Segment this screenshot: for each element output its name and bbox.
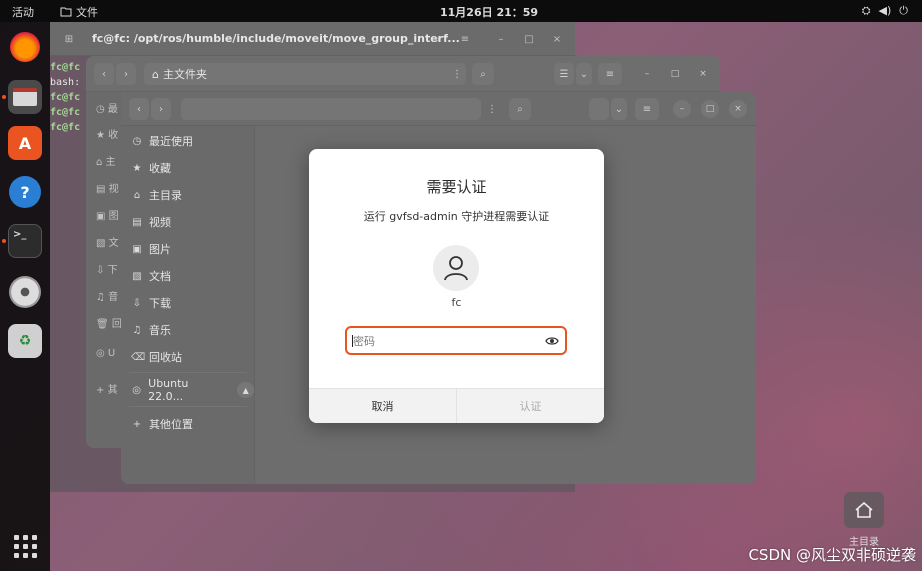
dock: A ? >_ ♻ [0, 22, 50, 571]
desktop-home-folder[interactable] [844, 492, 884, 528]
firefox-icon[interactable] [10, 32, 40, 62]
dialog-title: 需要认证 [426, 178, 487, 196]
authenticate-button[interactable]: 认证 [457, 389, 604, 423]
watermark: CSDN @风尘双非硕逆袭 [748, 546, 916, 564]
user-icon [444, 256, 468, 281]
password-field[interactable] [345, 326, 567, 355]
dialog-message: 运行 gvfsd-admin 守护进程需要认证 [363, 210, 550, 223]
help-icon[interactable]: ? [9, 176, 41, 208]
eye-icon[interactable] [545, 334, 559, 348]
software-icon[interactable]: A [8, 126, 42, 160]
folder-icon [60, 7, 72, 17]
trash-icon[interactable]: ♻ [8, 324, 42, 358]
dialog-username: fc [451, 296, 462, 309]
running-indicator [2, 95, 6, 99]
avatar [433, 245, 479, 291]
network-icon: ⛭ [861, 4, 871, 17]
password-input[interactable] [353, 332, 533, 350]
cancel-button[interactable]: 取消 [309, 389, 457, 423]
files-icon[interactable] [8, 80, 42, 114]
power-icon: ⏻ [899, 4, 908, 17]
app-menu[interactable]: 文件 [60, 4, 98, 20]
show-apps-icon[interactable] [14, 535, 37, 558]
dialog-button-bar: 取消 认证 [309, 388, 604, 423]
system-status-area[interactable]: ⛭ ◀) ⏻ [862, 4, 908, 18]
home-icon [855, 501, 873, 518]
activities-button[interactable]: 活动 [12, 4, 34, 20]
app-menu-label: 文件 [76, 6, 98, 19]
clock[interactable]: 11月26日 21：59 [440, 4, 538, 20]
disc-icon[interactable] [9, 276, 41, 308]
terminal-icon[interactable]: >_ [8, 224, 42, 258]
auth-dialog: 需要认证 运行 gvfsd-admin 守护进程需要认证 fc 取消 认证 [309, 149, 604, 423]
volume-icon: ◀) [878, 4, 892, 17]
top-bar: 活动 文件 11月26日 21：59 ⛭ ◀) ⏻ [0, 0, 922, 22]
running-indicator [2, 239, 6, 243]
